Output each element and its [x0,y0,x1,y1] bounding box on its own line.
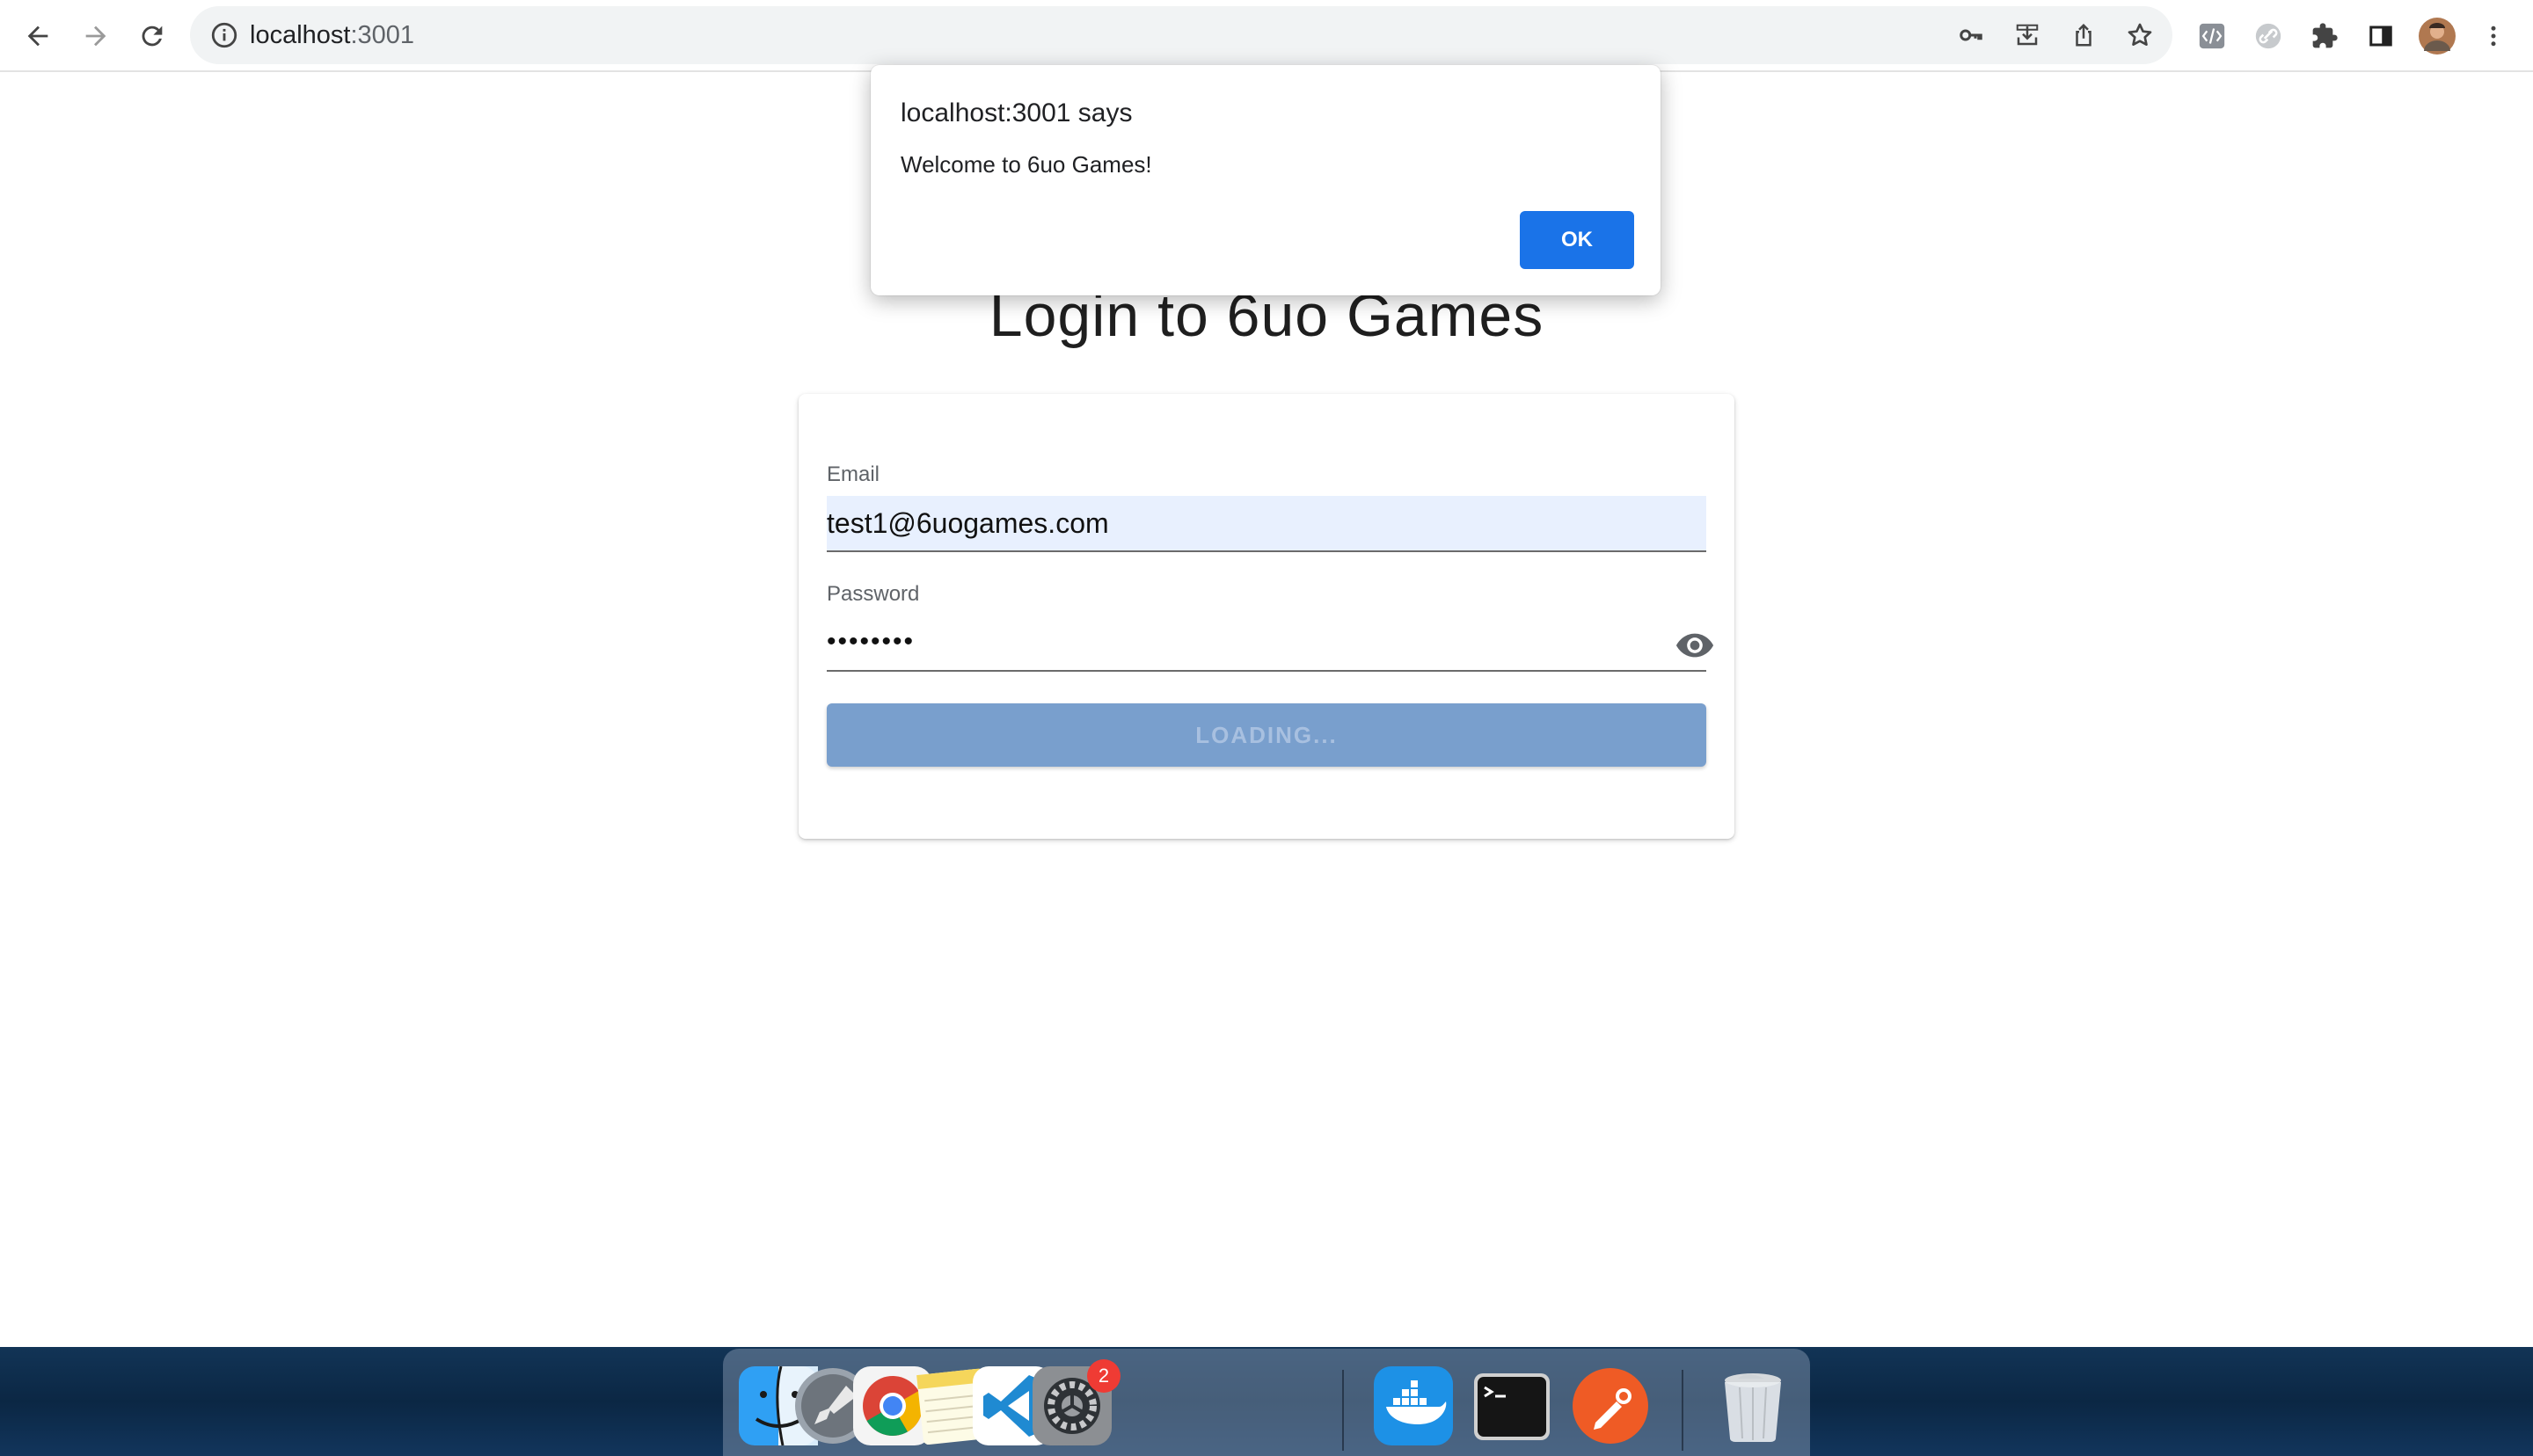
url-port: :3001 [350,21,415,49]
email-label: Email [827,462,880,486]
dock-separator [1682,1370,1683,1451]
submit-loading-button[interactable]: LOADING... [827,703,1706,767]
trash-icon[interactable] [1713,1366,1792,1445]
reload-icon[interactable] [130,14,174,58]
login-card: Email test1@6uogames.com Password ••••••… [799,394,1734,839]
email-field[interactable]: test1@6uogames.com [827,496,1706,552]
info-icon[interactable] [209,20,239,50]
install-icon[interactable] [2011,18,2044,52]
devtools-extension-icon[interactable] [2194,18,2230,55]
link-extension-icon[interactable] [2250,18,2287,55]
url-text: localhost:3001 [250,6,414,64]
profile-avatar[interactable] [2419,18,2456,55]
dock: 2 [723,1349,1810,1456]
email-value: test1@6uogames.com [827,507,1109,539]
system-preferences-icon[interactable]: 2 [1033,1359,1121,1445]
kebab-menu-icon[interactable] [2475,18,2512,55]
dialog-title: localhost:3001 says [901,98,1133,127]
docker-icon[interactable] [1374,1366,1453,1445]
puzzle-icon[interactable] [2306,18,2343,55]
back-arrow-icon[interactable] [16,14,60,58]
password-label: Password [827,582,920,606]
star-icon[interactable] [2123,18,2157,52]
alert-dialog: localhost:3001 says Welcome to 6uo Games… [871,65,1661,295]
forward-arrow-icon[interactable] [74,14,118,58]
key-icon[interactable] [1954,18,1988,52]
password-field[interactable]: •••••••• [827,617,1714,672]
eye-icon[interactable] [1675,630,1715,661]
address-bar[interactable]: localhost:3001 [190,6,2172,64]
terminal-icon[interactable] [1472,1366,1551,1445]
browser-toolbar: localhost:3001 [0,0,2533,72]
postman-icon[interactable] [1571,1366,1650,1445]
notification-badge: 2 [1087,1359,1121,1393]
url-host: localhost [250,21,351,49]
browser-window: localhost:3001 Login to 6uo Games Email … [0,0,2533,1347]
dock-separator [1342,1370,1344,1451]
share-icon[interactable] [2067,18,2100,52]
dialog-ok-button[interactable]: OK [1520,211,1634,269]
password-value: •••••••• [827,627,916,656]
side-panel-icon[interactable] [2362,18,2399,55]
dialog-message: Welcome to 6uo Games! [901,151,1152,178]
